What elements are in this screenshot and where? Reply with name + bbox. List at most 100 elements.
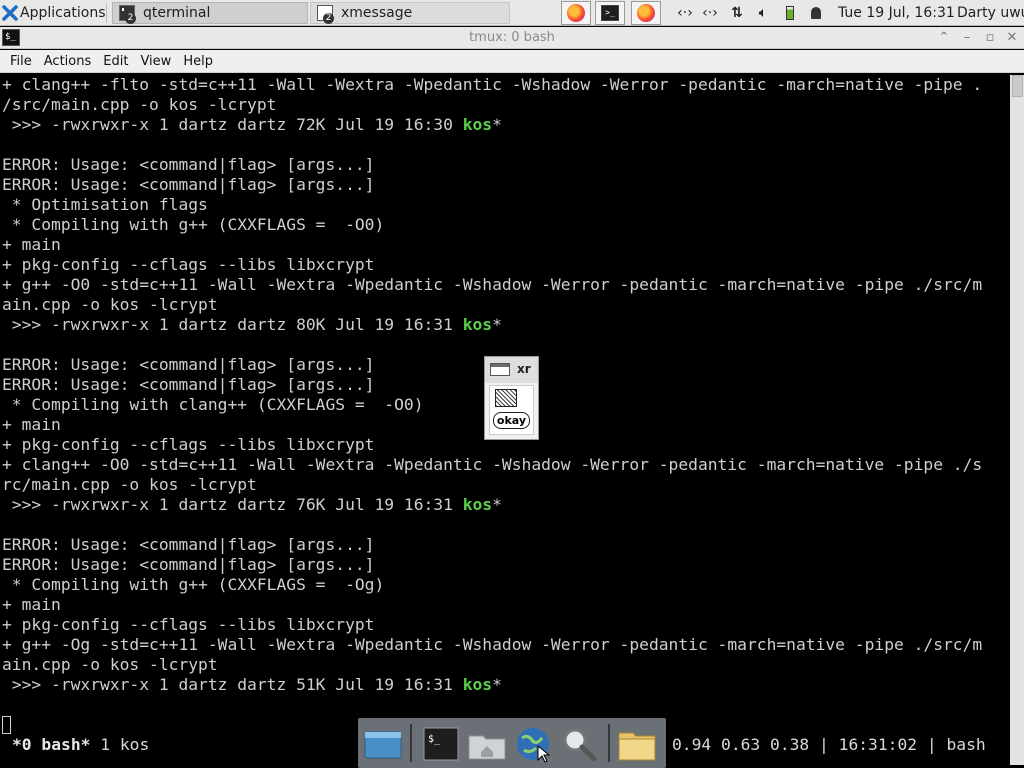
firefox-icon — [567, 4, 585, 22]
minimize-button[interactable]: – — [957, 27, 977, 49]
terminal-line-text: >>> -rwxrwxr-x 1 dartz dartz 76K Jul 19 … — [2, 495, 463, 514]
terminal-cursor — [2, 716, 11, 734]
user-menu[interactable]: Darty uwu — [957, 0, 1024, 26]
network-icon[interactable]: ‹·› — [674, 0, 696, 26]
tmux-window-active[interactable]: *0 bash* — [12, 735, 90, 754]
scrollbar-thumb[interactable] — [1012, 75, 1023, 97]
terminal-line: * Compiling with clang++ (CXXFLAGS = -O0… — [2, 395, 424, 415]
executable-name: kos — [462, 675, 493, 694]
terminal-line: + pkg-config --cflags --libs libxcrypt — [2, 435, 374, 455]
terminal-line: ERROR: Usage: <command|flag> [args...] — [2, 555, 374, 575]
xmessage-titlebar[interactable]: xr — [485, 357, 538, 383]
terminal-line: ERROR: Usage: <command|flag> [args...] — [2, 155, 374, 175]
terminal-line-text: /src/main.cpp -o kos -lcrypt — [2, 95, 277, 114]
web-browser-icon[interactable] — [512, 724, 554, 764]
home-folder-icon[interactable] — [466, 724, 508, 764]
launcher-firefox[interactable] — [561, 1, 591, 25]
menu-file[interactable]: File — [4, 54, 38, 69]
terminal-line-text: ERROR: Usage: <command|flag> [args...] — [2, 375, 375, 394]
terminal-line: >>> -rwxrwxr-x 1 dartz dartz 72K Jul 19 … — [2, 115, 502, 135]
terminal-line-text: + pkg-config --cflags --libs libxcrypt — [2, 435, 375, 454]
terminal-line-text: + clang++ -flto -std=c++11 -Wall -Wextra… — [2, 75, 983, 94]
window-title: tmux: 0 bash — [469, 30, 555, 45]
terminal-line-text: * Optimisation flags — [2, 195, 208, 214]
xfce-logo-icon — [2, 5, 18, 21]
terminal-scrollbar[interactable] — [1010, 75, 1024, 765]
clock[interactable]: Tue 19 Jul, 16:31 — [838, 0, 955, 26]
terminal-line: ain.cpp -o kos -lcrypt — [2, 295, 218, 315]
terminal-line: + g++ -Og -std=c++11 -Wall -Wextra -Wped… — [2, 635, 982, 655]
folder-icon[interactable] — [616, 724, 658, 764]
terminal-line-text: rc/main.cpp -o kos -lcrypt — [2, 475, 257, 494]
task-xmessage[interactable]: 2 xmessage — [310, 2, 510, 24]
applications-label: Applications — [20, 5, 106, 21]
launcher-terminal[interactable]: >_ — [595, 1, 625, 25]
battery-icon[interactable] — [782, 0, 798, 26]
xmessage-dialog[interactable]: xr okay — [484, 356, 539, 440]
menu-view[interactable]: View — [134, 54, 177, 69]
terminal-line-text: >>> -rwxrwxr-x 1 dartz dartz 72K Jul 19 … — [2, 115, 463, 134]
window-titlebar[interactable]: $_ tmux: 0 bash ⌃ – ▫ ✕ — [0, 27, 1024, 49]
terminal-line-text: ain.cpp -o kos -lcrypt — [2, 655, 218, 674]
top-panel: Applications 2 qterminal 2 xmessage >_ ‹… — [0, 0, 1024, 26]
menu-actions[interactable]: Actions — [38, 54, 98, 69]
menu-bar: File Actions Edit View Help — [0, 50, 1024, 73]
terminal-line-text: ERROR: Usage: <command|flag> [args...] — [2, 175, 375, 194]
battery-level — [786, 6, 794, 20]
executable-marker: * — [492, 315, 502, 334]
xmessage-text-area — [495, 389, 517, 407]
terminal-line: + pkg-config --cflags --libs libxcrypt — [2, 615, 374, 635]
tmux-status-right: 0.94 0.63 0.38 | 16:31:02 | bash — [672, 735, 986, 754]
search-icon[interactable] — [558, 724, 600, 764]
terminal-line-text: + main — [2, 415, 61, 434]
task-label: qterminal — [143, 5, 211, 21]
task-label: xmessage — [341, 5, 413, 21]
terminal-line-text: ERROR: Usage: <command|flag> [args...] — [2, 355, 375, 374]
task-qterminal[interactable]: 2 qterminal — [112, 2, 308, 24]
okay-button[interactable]: okay — [493, 412, 530, 429]
launcher-firefox-private[interactable] — [631, 1, 661, 25]
terminal-line: * Compiling with g++ (CXXFLAGS = -Og) — [2, 575, 385, 595]
close-button[interactable]: ✕ — [1002, 27, 1022, 49]
task-count-badge: 2 — [323, 13, 334, 24]
applications-menu[interactable]: Applications — [0, 0, 106, 26]
transfer-icon[interactable]: ⇅ — [726, 0, 748, 26]
shade-button[interactable]: ⌃ — [934, 27, 954, 49]
terminal-line: + main — [2, 235, 61, 255]
terminal-line: * Optimisation flags — [2, 195, 208, 215]
executable-marker: * — [492, 495, 502, 514]
terminal-line-text: ERROR: Usage: <command|flag> [args...] — [2, 535, 375, 554]
terminal-line: rc/main.cpp -o kos -lcrypt — [2, 475, 257, 495]
terminal-line: + clang++ -flto -std=c++11 -Wall -Wextra… — [2, 75, 982, 95]
task-count-badge: 2 — [125, 13, 136, 24]
terminal-line: >>> -rwxrwxr-x 1 dartz dartz 80K Jul 19 … — [2, 315, 502, 335]
volume-icon[interactable]: 🔈︎ — [752, 0, 774, 26]
terminal-line: + main — [2, 595, 61, 615]
terminal-line: ERROR: Usage: <command|flag> [args...] — [2, 535, 374, 555]
terminal-line: >>> -rwxrwxr-x 1 dartz dartz 76K Jul 19 … — [2, 495, 502, 515]
terminal-line-text: + main — [2, 235, 61, 254]
terminal-line-text: + pkg-config --cflags --libs libxcrypt — [2, 615, 375, 634]
xmessage-title: xr — [517, 362, 531, 376]
terminal-line-text: ERROR: Usage: <command|flag> [args...] — [2, 555, 375, 574]
terminal-line-text: + main — [2, 595, 61, 614]
terminal-line-text: ain.cpp -o kos -lcrypt — [2, 295, 218, 314]
terminal-line-text: + g++ -O0 -std=c++11 -Wall -Wextra -Wped… — [2, 275, 983, 294]
terminal-line-text: >>> -rwxrwxr-x 1 dartz dartz 80K Jul 19 … — [2, 315, 463, 334]
menu-edit[interactable]: Edit — [97, 54, 134, 69]
terminal-icon[interactable]: $_ — [420, 724, 462, 764]
show-desktop-icon[interactable] — [362, 724, 404, 764]
notification-bell-icon[interactable] — [808, 0, 824, 26]
terminal-line-text: + pkg-config --cflags --libs libxcrypt — [2, 255, 375, 274]
terminal-line-text: * Compiling with g++ (CXXFLAGS = -Og) — [2, 575, 385, 594]
terminal-line: ERROR: Usage: <command|flag> [args...] — [2, 375, 374, 395]
terminal-line: >>> -rwxrwxr-x 1 dartz dartz 51K Jul 19 … — [2, 675, 502, 695]
menu-help[interactable]: Help — [177, 54, 219, 69]
executable-marker: * — [492, 115, 502, 134]
executable-name: kos — [462, 495, 493, 514]
tmux-window-other[interactable]: 1 kos — [100, 735, 149, 754]
terminal-line: * Compiling with g++ (CXXFLAGS = -O0) — [2, 215, 385, 235]
network-icon[interactable]: ‹·› — [699, 0, 721, 26]
maximize-button[interactable]: ▫ — [980, 27, 1000, 49]
executable-name: kos — [462, 115, 493, 134]
